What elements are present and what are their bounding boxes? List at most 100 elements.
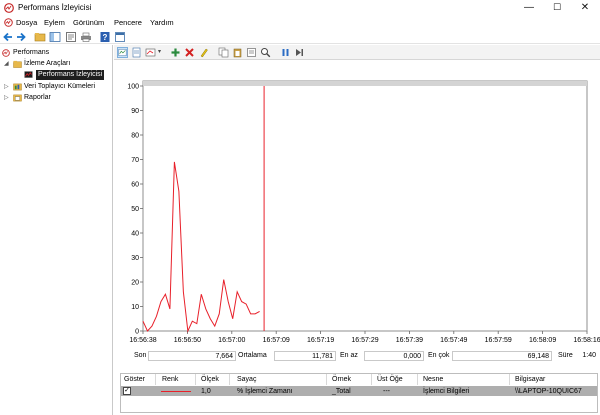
col-header-parent[interactable]: Üst Öğe: [377, 376, 403, 383]
column-divider[interactable]: [155, 374, 156, 385]
last-value: 7,664: [148, 351, 236, 361]
graph-type-dropdown-icon[interactable]: ▾: [158, 48, 161, 55]
counter-instance: _Total: [332, 388, 351, 395]
help-icon[interactable]: ?: [99, 31, 111, 43]
x-tick-label: 16:57:49: [440, 337, 467, 344]
col-header-computer[interactable]: Bilgisayar: [515, 376, 545, 383]
column-divider[interactable]: [417, 374, 418, 385]
column-divider[interactable]: [326, 374, 327, 385]
change-graph-type-icon[interactable]: [145, 47, 156, 58]
y-tick-label: 20: [131, 280, 139, 287]
graph-toolbar: ▾: [114, 45, 600, 60]
column-divider[interactable]: [195, 374, 196, 385]
show-checkbox[interactable]: ✓: [123, 387, 131, 395]
x-tick-label: 16:57:09: [263, 337, 290, 344]
col-header-show[interactable]: Göster: [124, 376, 145, 383]
properties-icon[interactable]: [246, 47, 257, 58]
maximum-value: 69,148: [452, 351, 552, 361]
show-hide-tree-icon[interactable]: [49, 31, 61, 43]
svg-text:?: ?: [103, 33, 108, 42]
performance-monitor-panel: ▾ 0 10 20 30 40 50 60 70 80 90 100 16:56…: [114, 45, 600, 415]
console-tree: Performans ◢ İzleme Araçları Performans …: [0, 45, 113, 415]
update-data-icon[interactable]: [294, 47, 305, 58]
folder-open-icon: [13, 60, 22, 68]
x-tick-label: 16:57:59: [485, 337, 512, 344]
expand-arrow-icon[interactable]: ▷: [4, 82, 9, 92]
col-header-counter[interactable]: Sayaç: [237, 376, 256, 383]
tree-label-reports: Raporlar: [24, 94, 51, 101]
collapse-arrow-icon[interactable]: ◢: [4, 59, 9, 69]
y-tick-label: 50: [131, 206, 139, 213]
menu-window[interactable]: Pencere: [114, 18, 142, 27]
expand-arrow-icon[interactable]: ▷: [4, 93, 9, 103]
x-tick-label: 16:58:16: [573, 337, 600, 344]
x-axis: 16:56:38 16:56:50 16:57:00 16:57:09 16:57:19…: [129, 331, 600, 344]
duration-label: Süre: [558, 352, 573, 359]
x-tick-label: 16:56:50: [174, 337, 201, 344]
delete-counter-icon[interactable]: [184, 47, 195, 58]
average-label: Ortalama: [238, 352, 267, 359]
column-divider[interactable]: [229, 374, 230, 385]
menu-bar: Dosya Eylem Görünüm Pencere Yardım: [0, 16, 600, 29]
statistics-bar: Son 7,664 Ortalama 11,781 En az 0,000 En…: [114, 350, 600, 362]
minimize-button[interactable]: —: [515, 0, 543, 16]
y-tick-label: 10: [131, 304, 139, 311]
x-tick-label: 16:57:00: [218, 337, 245, 344]
highlight-icon[interactable]: [198, 47, 209, 58]
back-icon[interactable]: [2, 31, 14, 43]
column-divider[interactable]: [509, 374, 510, 385]
time-scroll-strip[interactable]: [143, 81, 587, 86]
zoom-icon[interactable]: [260, 47, 271, 58]
col-header-object[interactable]: Nesne: [423, 376, 443, 383]
add-counter-icon[interactable]: [170, 47, 181, 58]
x-tick-label: 16:58:09: [529, 337, 556, 344]
y-tick-label: 80: [131, 133, 139, 140]
counter-parent: ---: [383, 388, 390, 395]
col-header-instance[interactable]: Örnek: [332, 376, 351, 383]
snap-in-icon[interactable]: [114, 31, 126, 43]
properties-icon[interactable]: [65, 31, 77, 43]
x-tick-label: 16:57:29: [351, 337, 378, 344]
tree-label-data-collector-sets: Veri Toplayıcı Kümeleri: [24, 83, 96, 90]
view-log-data-icon[interactable]: [131, 47, 142, 58]
minimum-value: 0,000: [364, 351, 424, 361]
counter-row[interactable]: ✓ 1,0 % İşlemci Zamanı _Total --- İşlemc…: [121, 386, 597, 396]
x-tick-label: 16:57:39: [396, 337, 423, 344]
maximum-label: En çok: [428, 352, 450, 359]
average-value: 11,781: [274, 351, 336, 361]
window-title: Performans İzleyicisi: [18, 3, 92, 12]
y-tick-label: 30: [131, 255, 139, 262]
view-current-activity-icon[interactable]: [117, 47, 128, 58]
perfmon-menu-icon[interactable]: [4, 18, 13, 27]
performance-monitor-window: Performans İzleyicisi — ☐ ✕ Dosya Eylem …: [0, 0, 600, 415]
y-tick-label: 60: [131, 182, 139, 189]
paste-counter-list-icon[interactable]: [232, 47, 243, 58]
menu-help[interactable]: Yardım: [150, 18, 174, 27]
print-icon[interactable]: [80, 31, 92, 43]
performance-graph: 0102030405060708090100 16:56:38 16:56:50 1…: [127, 80, 600, 344]
maximize-button[interactable]: ☐: [543, 0, 571, 16]
up-folder-icon[interactable]: [34, 31, 46, 43]
data-collector-icon: [13, 83, 22, 91]
y-tick-label: 0: [135, 329, 139, 336]
close-button[interactable]: ✕: [571, 0, 599, 16]
main-toolbar: ?: [0, 30, 600, 44]
menu-view[interactable]: Görünüm: [73, 18, 104, 27]
forward-icon[interactable]: [15, 31, 27, 43]
column-divider[interactable]: [371, 374, 372, 385]
col-header-scale[interactable]: Ölçek: [201, 376, 219, 383]
col-header-color[interactable]: Renk: [162, 376, 178, 383]
counter-scale: 1,0: [201, 388, 211, 395]
menu-action[interactable]: Eylem: [44, 18, 65, 27]
y-tick-label: 70: [131, 157, 139, 164]
freeze-display-icon[interactable]: [280, 47, 291, 58]
tree-label-monitoring-tools: İzleme Araçları: [24, 60, 71, 67]
y-tick-label: 40: [131, 231, 139, 238]
y-axis: 0 10 20 30 40 50 60 70 80 90 100: [127, 84, 143, 336]
y-tick-label: 90: [131, 108, 139, 115]
minimum-label: En az: [340, 352, 358, 359]
copy-properties-icon[interactable]: [218, 47, 229, 58]
menu-file[interactable]: Dosya: [16, 18, 37, 27]
tree-item-performance-monitor[interactable]: Performans İzleyicisi: [24, 70, 110, 80]
tree-label-performance: Performans: [13, 49, 50, 56]
